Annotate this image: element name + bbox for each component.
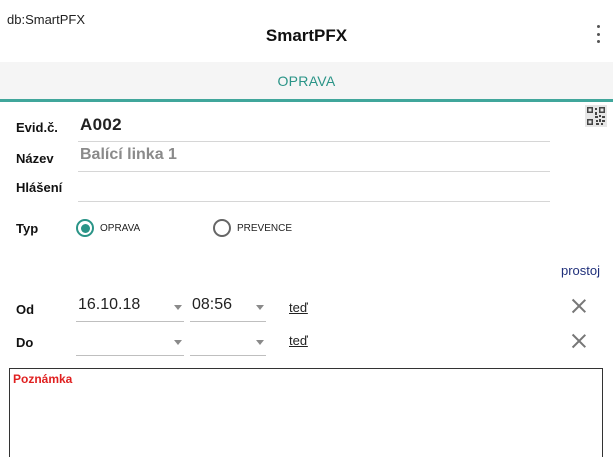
more-vert-icon[interactable]	[593, 25, 603, 43]
do-date-underline	[76, 355, 184, 356]
radio-prevence[interactable]: PREVENCE	[213, 219, 292, 237]
poznamka-label: Poznámka	[13, 372, 73, 386]
hlaseni-label: Hlášení	[16, 180, 63, 195]
evid-label: Evid.č.	[16, 120, 58, 135]
do-time-underline	[190, 355, 266, 356]
dropdown-arrow-icon[interactable]	[256, 305, 264, 310]
app-title: SmartPFX	[265, 26, 348, 45]
db-label: db:SmartPFX	[7, 12, 86, 27]
nazev-label: Název	[16, 151, 54, 166]
do-label: Do	[16, 335, 34, 350]
hlaseni-underline	[78, 201, 550, 202]
evid-underline	[78, 141, 550, 142]
od-time-underline	[190, 321, 266, 322]
tab-label: OPRAVA	[277, 73, 336, 89]
od-date-dropdown[interactable]: 16.10.18	[78, 296, 140, 314]
radio-prevence-label: PREVENCE	[237, 222, 293, 234]
radio-oprava[interactable]: OPRAVA	[76, 219, 140, 237]
evid-field[interactable]: A002	[80, 115, 122, 135]
od-time-dropdown[interactable]: 08:56	[192, 296, 232, 314]
radio-oprava-label: OPRAVA	[100, 222, 141, 234]
tab-oprava[interactable]: OPRAVA	[0, 62, 613, 102]
od-now-link[interactable]: teď	[289, 300, 308, 315]
prostoj-link[interactable]: prostoj	[561, 263, 600, 278]
do-now-link[interactable]: teď	[289, 333, 308, 348]
od-date-underline	[76, 321, 184, 322]
close-icon[interactable]	[571, 298, 587, 314]
dropdown-arrow-icon[interactable]	[256, 340, 264, 345]
dropdown-arrow-icon[interactable]	[174, 305, 182, 310]
dropdown-arrow-icon[interactable]	[174, 340, 182, 345]
close-icon[interactable]	[571, 333, 587, 349]
qr-code-icon[interactable]	[585, 105, 607, 127]
typ-label: Typ	[16, 221, 39, 236]
nazev-field[interactable]: Balící linka 1	[80, 146, 177, 164]
app-bar: db:SmartPFX SmartPFX	[0, 0, 613, 62]
radio-unchecked-icon	[213, 219, 231, 237]
radio-checked-icon	[76, 219, 94, 237]
od-label: Od	[16, 302, 35, 317]
nazev-underline	[78, 171, 550, 172]
poznamka-textarea[interactable]: Poznámka	[9, 368, 603, 457]
